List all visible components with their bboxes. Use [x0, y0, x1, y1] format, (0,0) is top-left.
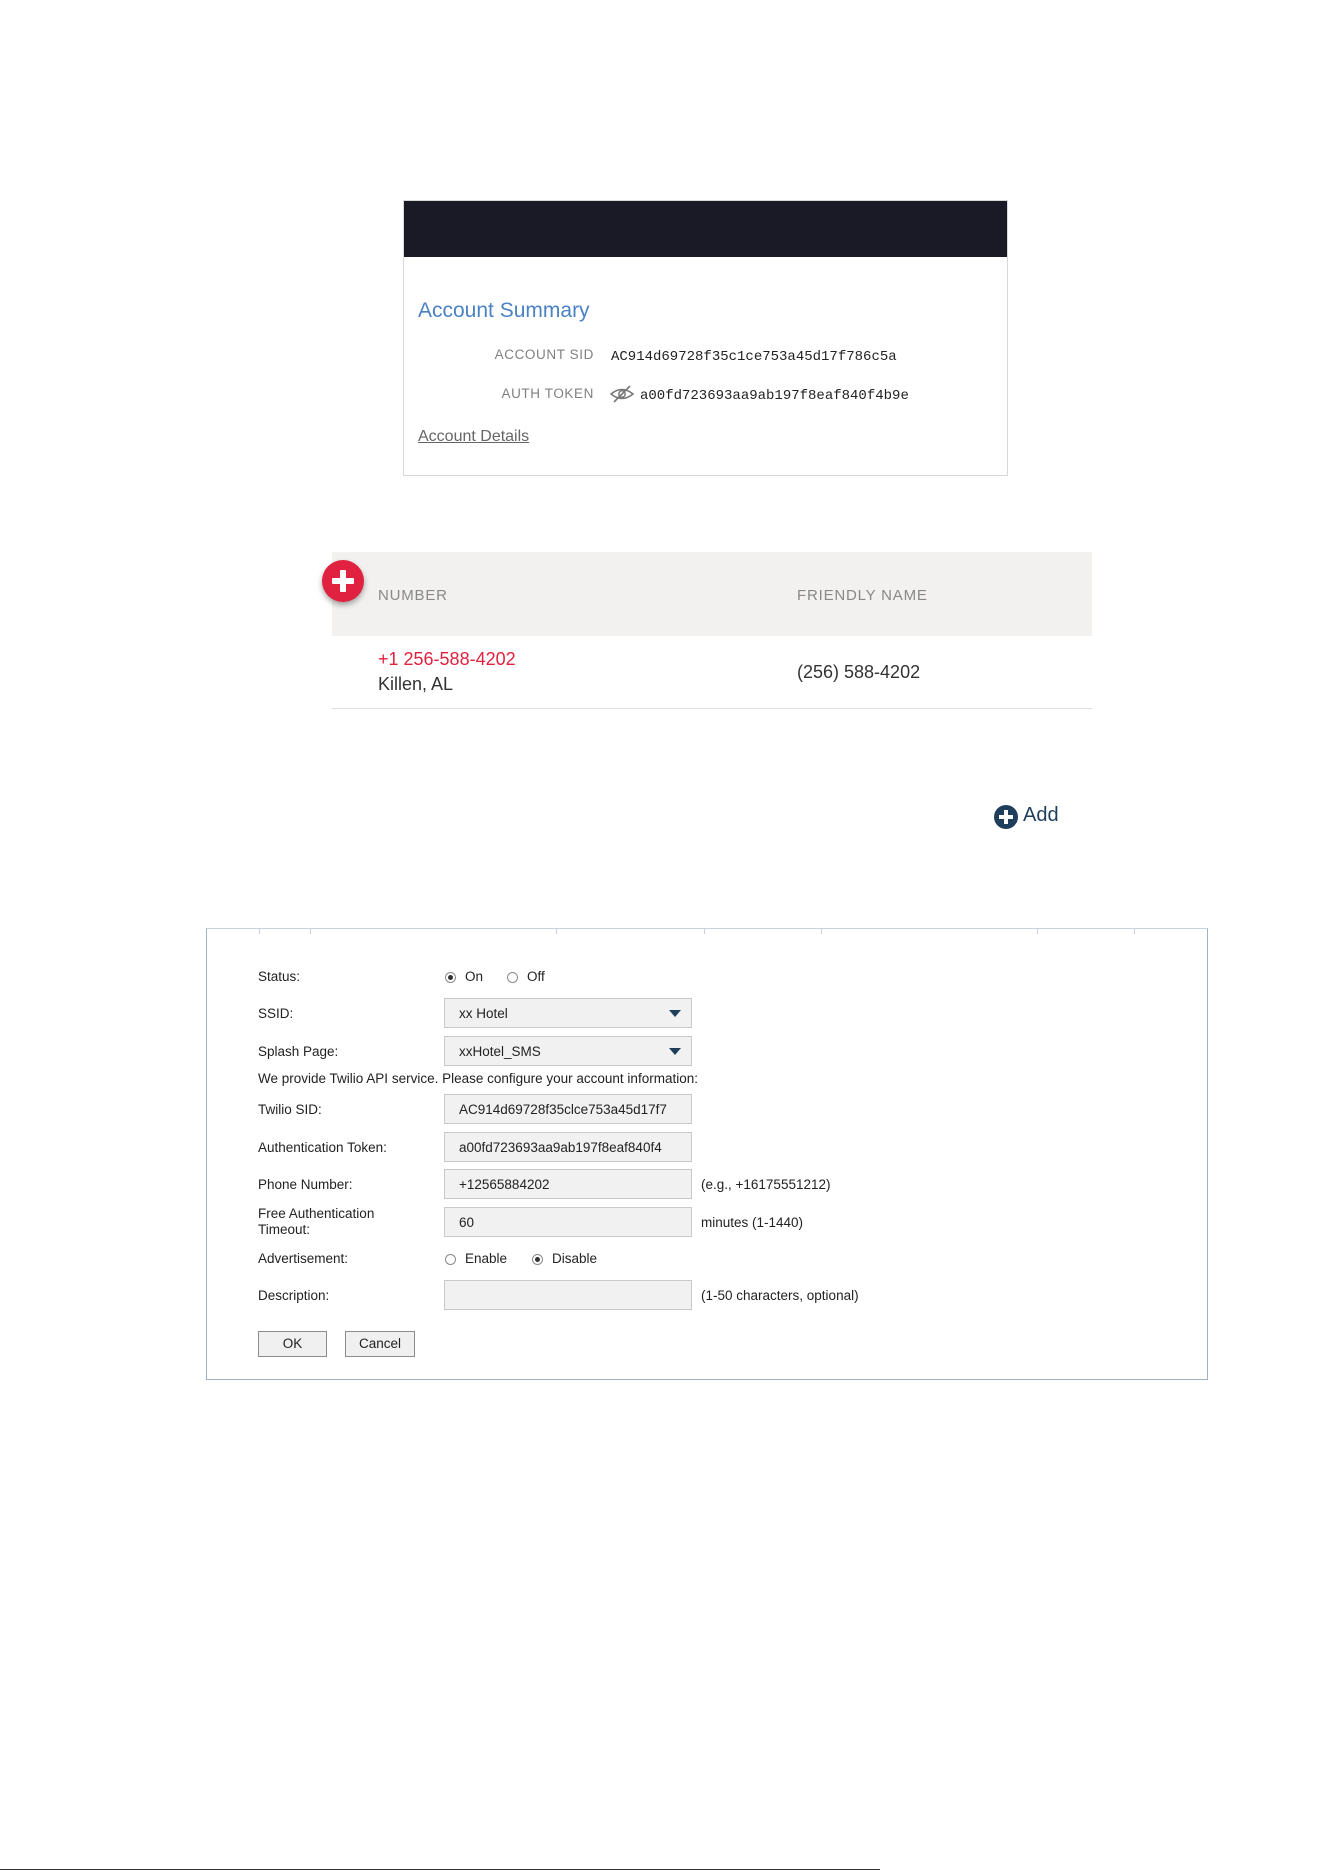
account-summary-card: Account Summary ACCOUNT SID AC914d69728f… — [403, 200, 1008, 476]
column-tick — [821, 928, 822, 934]
status-on-label: On — [465, 969, 484, 984]
add-button-label: Add — [1023, 804, 1059, 826]
splash-page-select[interactable]: xxHotel_SMS — [444, 1036, 692, 1066]
status-label: Status: — [258, 969, 301, 984]
timeout-hint: minutes (1-1440) — [701, 1215, 804, 1230]
column-tick — [1134, 928, 1135, 934]
description-hint: (1-50 characters, optional) — [701, 1288, 859, 1303]
advertisement-disable-label: Disable — [552, 1251, 598, 1266]
phone-number-hint: (e.g., +16175551212) — [701, 1177, 831, 1192]
advertisement-enable-radio[interactable] — [445, 1254, 456, 1265]
chevron-down-icon — [669, 1048, 681, 1055]
page-bottom-rule — [0, 1869, 880, 1870]
plus-circle-icon[interactable] — [322, 560, 364, 602]
row-divider — [332, 708, 1092, 709]
auth-token-input[interactable]: a00fd723693aa9ab197f8eaf840f4 — [444, 1132, 692, 1162]
account-sid-label: ACCOUNT SID — [494, 347, 594, 362]
status-off-label: Off — [527, 969, 545, 984]
column-header-friendly-name: FRIENDLY NAME — [797, 587, 928, 604]
splash-page-select-value: xxHotel_SMS — [459, 1044, 541, 1059]
auth-token-value: a00fd723693aa9ab197f8eaf840f4b9e — [640, 388, 909, 404]
ssid-select[interactable]: xx Hotel — [444, 998, 692, 1028]
advertisement-enable-label: Enable — [465, 1251, 508, 1266]
auth-token-field-label: Authentication Token: — [258, 1140, 387, 1155]
column-tick — [259, 928, 260, 934]
account-card-header — [404, 201, 1007, 257]
account-summary-title: Account Summary — [418, 299, 590, 322]
ssid-select-value: xx Hotel — [459, 1006, 508, 1021]
number-location: Killen, AL — [378, 674, 454, 694]
timeout-label-line1: Free Authentication — [258, 1206, 375, 1221]
ok-button[interactable]: OK — [258, 1331, 327, 1357]
friendly-name-value: (256) 588-4202 — [797, 662, 921, 682]
account-details-link[interactable]: Account Details — [418, 428, 529, 446]
splash-page-label: Splash Page: — [258, 1044, 339, 1059]
phone-number-label: Phone Number: — [258, 1177, 353, 1192]
timeout-label: Free Authentication Timeout: — [258, 1206, 374, 1238]
timeout-label-line2: Timeout: — [258, 1222, 311, 1237]
plus-circle-icon — [994, 805, 1018, 829]
phone-number-input[interactable]: +12565884202 — [444, 1169, 692, 1199]
column-tick — [310, 928, 311, 934]
column-tick — [704, 928, 705, 934]
phone-number-link[interactable]: +1 256-588-4202 — [378, 649, 516, 670]
portal-config-form: Status: On Off SSID: xx Hotel Splash Pag… — [206, 928, 1208, 1380]
twilio-notice: We provide Twilio API service. Please co… — [258, 1071, 698, 1086]
auth-token-label: AUTH TOKEN — [501, 386, 594, 401]
description-input[interactable] — [444, 1280, 692, 1310]
chevron-down-icon — [669, 1010, 681, 1017]
description-label: Description: — [258, 1288, 330, 1303]
column-header-number: NUMBER — [378, 587, 448, 604]
table-header: NUMBER FRIENDLY NAME — [332, 552, 1092, 636]
eye-slash-icon[interactable] — [609, 384, 635, 404]
phone-numbers-table: NUMBER FRIENDLY NAME +1 256-588-4202 Kil… — [322, 552, 1092, 710]
column-tick — [556, 928, 557, 934]
twilio-sid-input[interactable]: AC914d69728f35clce753a45d17f7 — [444, 1094, 692, 1124]
advertisement-label: Advertisement: — [258, 1251, 349, 1266]
column-tick — [1037, 928, 1038, 934]
status-on-radio[interactable] — [445, 972, 456, 983]
cancel-button[interactable]: Cancel — [345, 1331, 415, 1357]
status-off-radio[interactable] — [507, 972, 518, 983]
advertisement-disable-radio[interactable] — [532, 1254, 543, 1265]
twilio-sid-label: Twilio SID: — [258, 1102, 322, 1117]
account-sid-value: AC914d69728f35c1ce753a45d17f786c5a — [611, 349, 897, 365]
ssid-label: SSID: — [258, 1006, 294, 1021]
table-row[interactable]: +1 256-588-4202 Killen, AL (256) 588-420… — [332, 636, 1092, 708]
timeout-input[interactable]: 60 — [444, 1207, 692, 1237]
